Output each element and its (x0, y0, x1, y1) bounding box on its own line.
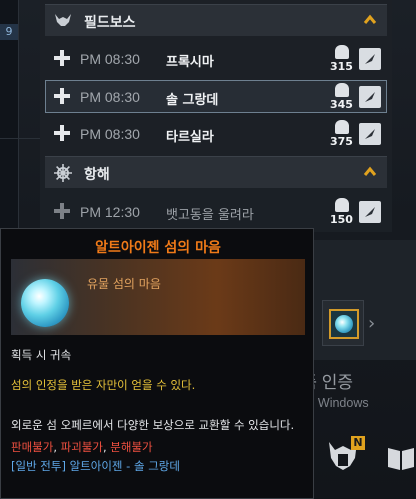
event-time: PM 08:30 (80, 89, 140, 105)
event-row-selected[interactable]: PM 08:30 솔 그랑데 345 (45, 80, 387, 113)
divider (0, 138, 40, 139)
item-grade: 유물 섬의 마음 (87, 277, 161, 291)
event-level: 315 (330, 60, 353, 73)
chevron-up-icon[interactable] (363, 165, 377, 179)
event-time: PM 08:30 (80, 126, 140, 142)
navigate-button[interactable] (359, 86, 381, 108)
chevron-right-icon[interactable]: › (368, 313, 375, 334)
left-badge: 9 (0, 24, 18, 40)
event-level: 375 (330, 135, 353, 148)
compass-icon (365, 129, 375, 139)
event-name: 프록시마 (166, 55, 214, 70)
navigate-button[interactable] (359, 123, 381, 145)
section-title: 항해 (84, 167, 110, 183)
ship-wheel-icon (53, 163, 73, 183)
compass-icon (365, 92, 375, 102)
compass-icon (365, 54, 375, 64)
section-title: 필드보스 (84, 15, 136, 31)
plus-icon[interactable] (54, 88, 70, 104)
plus-icon[interactable] (54, 203, 70, 219)
event-time: PM 08:30 (80, 51, 140, 67)
reward-item-slot[interactable] (322, 300, 364, 346)
item-usage: 외로운 섬 오페르에서 다양한 보상으로 교환할 수 있습니다. (11, 418, 295, 432)
navigate-button[interactable] (359, 48, 381, 70)
plus-icon[interactable] (54, 125, 70, 141)
event-row[interactable]: PM 08:30 프록시마 315 (45, 42, 387, 75)
item-tooltip: 알트아이젠 섬의 마음 유물 섬의 마음 획득 시 귀속 섬의 인정을 받은 자… (0, 228, 314, 499)
bind-info: 획득 시 귀속 (11, 348, 72, 362)
navigate-button[interactable] (359, 201, 381, 223)
compass-icon (365, 207, 375, 217)
event-level: 345 (330, 98, 353, 111)
restriction-no-dismantle: 분해불가 (110, 440, 153, 454)
restriction-no-destroy: 파괴불가 (60, 440, 103, 454)
event-time: PM 12:30 (80, 204, 140, 220)
event-name: 타르실라 (166, 130, 214, 145)
chevron-up-icon[interactable] (363, 13, 377, 27)
section-header-field-boss[interactable]: 필드보스 (45, 4, 387, 36)
item-title: 알트아이젠 섬의 마음 (95, 240, 221, 256)
plus-icon[interactable] (54, 50, 70, 66)
helmet-icon (335, 83, 349, 97)
book-icon[interactable] (386, 444, 416, 472)
helmet-icon (335, 45, 349, 59)
event-schedule-panel: 필드보스 PM 08:30 프록시마 315 PM 08:30 솔 그랑데 34… (40, 0, 392, 232)
demon-head-icon (53, 11, 73, 31)
section-header-voyage[interactable]: 항해 (45, 156, 387, 188)
event-name: 뱃고동을 울려라 (166, 208, 254, 223)
island-heart-item-icon (329, 309, 359, 339)
event-name: 솔 그랑데 (166, 93, 219, 108)
helmet-icon (335, 120, 349, 134)
helmet-icon (335, 198, 349, 212)
island-heart-item-icon (21, 279, 69, 327)
event-row[interactable]: PM 08:30 타르실라 375 (45, 117, 387, 150)
restriction-no-sell: 판매불가 (11, 440, 54, 454)
item-description: 섬의 인정을 받은 자만이 얻을 수 있다. (11, 378, 196, 392)
event-level: 150 (330, 213, 353, 226)
item-restrictions: 판매불가, 파괴불가, 분해불가 (11, 440, 153, 454)
event-row[interactable]: PM 12:30 뱃고동을 울려라 150 (45, 195, 387, 228)
divider (18, 0, 19, 230)
new-badge: N (351, 436, 365, 450)
item-source: [일반 전투] 알트아이젠 - 솔 그랑데 (11, 459, 180, 473)
